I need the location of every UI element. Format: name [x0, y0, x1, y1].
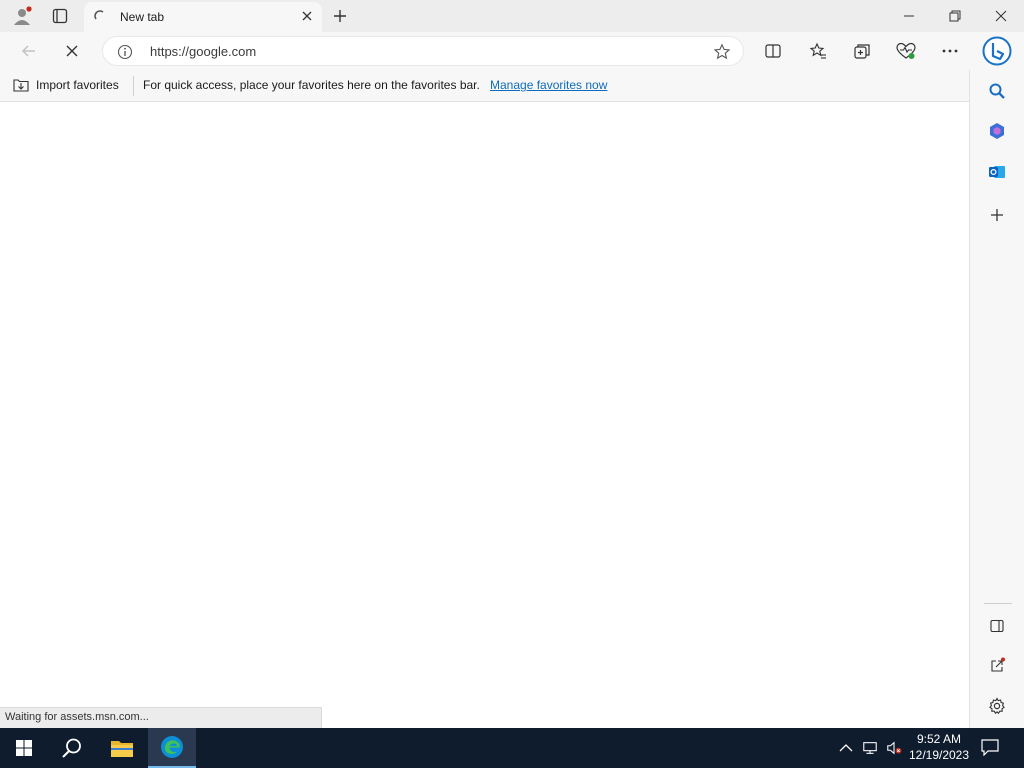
plus-icon — [991, 209, 1003, 221]
new-tab-button[interactable] — [328, 4, 352, 28]
sidebar-office-button[interactable] — [983, 117, 1011, 145]
status-bubble: Waiting for assets.msn.com... — [0, 707, 322, 728]
sidebar-panel-icon — [990, 619, 1004, 633]
favorites-bar: Import favorites For quick access, place… — [0, 70, 969, 102]
clock-date: 12/19/2023 — [908, 748, 970, 762]
more-dots-icon — [942, 49, 958, 53]
close-window-button[interactable] — [978, 0, 1024, 32]
address-bar[interactable]: https://google.com — [102, 36, 744, 66]
import-favorites-label: Import favorites — [36, 78, 119, 92]
search-icon — [62, 738, 81, 758]
collections-icon — [854, 44, 870, 59]
edge-logo-icon — [161, 736, 183, 758]
import-favorites-button[interactable]: Import favorites — [12, 77, 119, 93]
close-icon — [995, 10, 1007, 22]
favorites-star-list-icon — [809, 42, 826, 59]
minimize-button[interactable] — [886, 0, 932, 32]
manage-favorites-link[interactable]: Manage favorites now — [490, 78, 607, 92]
show-hidden-icons-button[interactable] — [838, 740, 854, 756]
windows-logo-icon — [16, 740, 32, 756]
plus-icon — [334, 10, 346, 22]
restore-button[interactable] — [932, 0, 978, 32]
outlook-icon — [989, 166, 1005, 178]
notification-icon — [981, 739, 999, 757]
open-external-button[interactable] — [983, 652, 1011, 680]
sidebar-settings-button[interactable] — [983, 692, 1011, 720]
favorites-divider — [133, 76, 134, 96]
add-favorite-star-icon[interactable] — [713, 43, 731, 61]
volume-muted-icon — [887, 741, 902, 755]
search-icon — [989, 83, 1005, 99]
import-favorites-icon — [13, 79, 29, 92]
profile-button[interactable] — [8, 4, 36, 28]
profile-icon — [14, 6, 32, 25]
page-content — [0, 102, 969, 728]
taskbar-clock[interactable]: 9:52 AM 12/19/2023 — [904, 731, 974, 763]
chevron-up-icon — [839, 744, 853, 752]
sidebar-add-button[interactable] — [983, 201, 1011, 229]
settings-more-button[interactable] — [935, 37, 965, 65]
network-icon — [863, 742, 877, 754]
collections-button[interactable] — [847, 37, 877, 65]
hide-sidebar-button[interactable] — [983, 612, 1011, 640]
close-tab-icon[interactable] — [300, 9, 314, 23]
gear-icon — [989, 697, 1005, 715]
file-explorer-button[interactable] — [98, 728, 146, 768]
favorites-hint-text: For quick access, place your favorites h… — [143, 78, 480, 92]
heart-pulse-icon — [896, 42, 916, 59]
folder-icon — [111, 741, 133, 757]
sidebar-outlook-button[interactable] — [983, 158, 1011, 186]
clock-time: 9:52 AM — [916, 732, 962, 746]
split-screen-button[interactable] — [758, 37, 788, 65]
taskbar: 9:52 AM 12/19/2023 — [0, 728, 1024, 768]
notifications-button[interactable] — [980, 738, 1002, 758]
split-screen-icon — [765, 44, 781, 58]
sidebar-search-button[interactable] — [983, 77, 1011, 105]
tab-actions-button[interactable] — [46, 4, 74, 28]
edge-sidebar — [969, 70, 1024, 728]
address-url[interactable]: https://google.com — [150, 44, 256, 59]
taskbar-search-button[interactable] — [48, 728, 96, 768]
microsoft-365-icon — [990, 123, 1004, 139]
loading-spinner-icon — [94, 10, 104, 20]
stop-loading-button[interactable] — [57, 37, 87, 65]
toolbar: https://google.com — [0, 32, 1024, 70]
edge-taskbar-button[interactable] — [148, 728, 196, 768]
tab-title: New tab — [120, 10, 165, 24]
bing-copilot-icon — [982, 36, 1012, 66]
back-arrow-icon — [21, 45, 35, 57]
tab-new-tab[interactable]: New tab — [84, 2, 322, 32]
start-button[interactable] — [0, 728, 48, 768]
title-bar: New tab — [0, 0, 1024, 32]
tab-actions-icon — [52, 8, 68, 24]
site-info-icon[interactable] — [117, 44, 133, 60]
stop-x-icon — [66, 45, 78, 57]
minimize-icon — [904, 15, 914, 17]
favorites-button[interactable] — [803, 37, 833, 65]
volume-tray-button[interactable] — [886, 740, 902, 756]
browser-essentials-button[interactable] — [891, 37, 921, 65]
sidebar-divider — [984, 603, 1012, 604]
network-tray-button[interactable] — [862, 740, 878, 756]
back-button[interactable] — [14, 37, 44, 65]
restore-icon — [949, 10, 961, 22]
copilot-button[interactable] — [981, 35, 1013, 67]
external-link-icon — [991, 657, 1005, 672]
